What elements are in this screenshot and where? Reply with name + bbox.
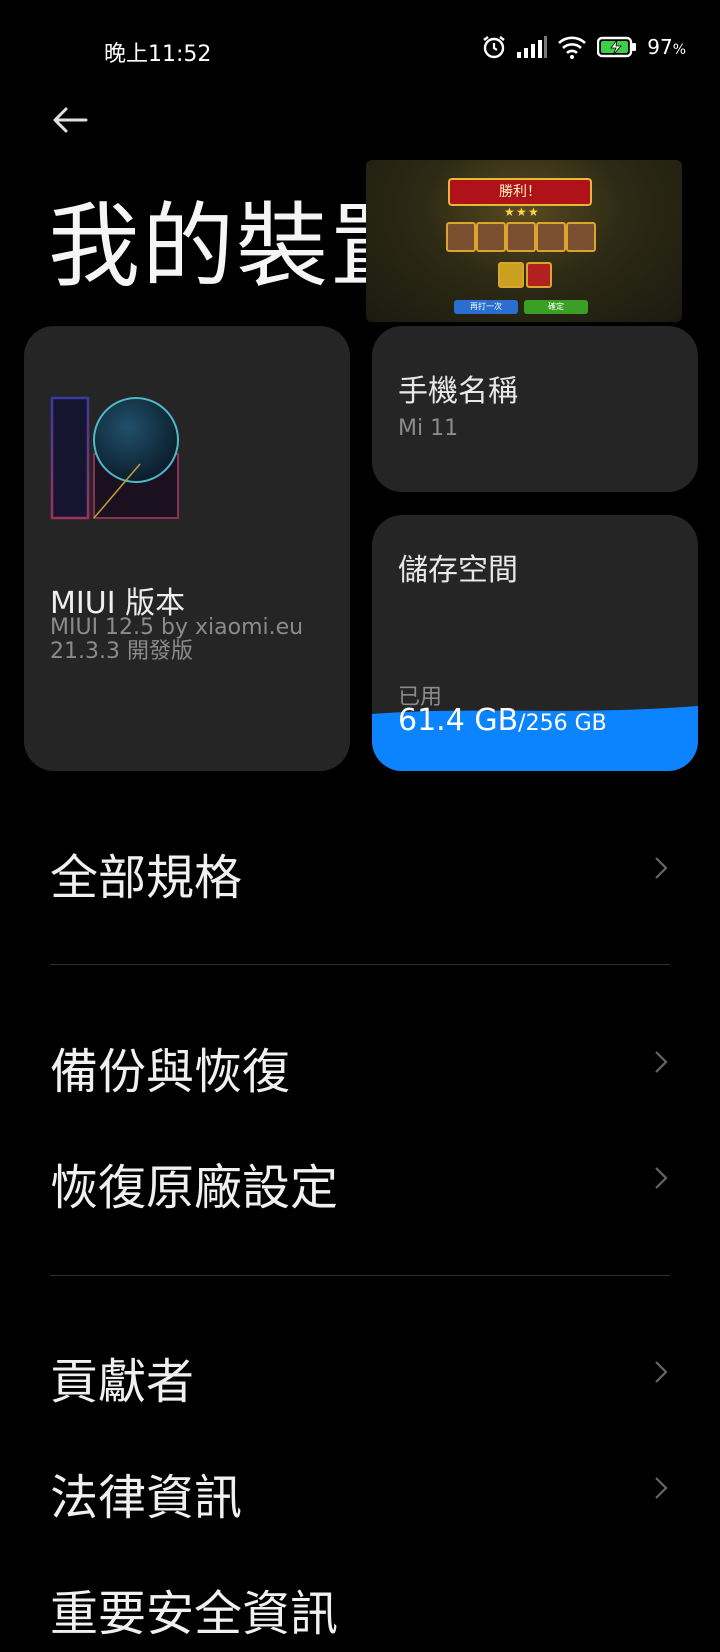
reward-item [526,262,552,288]
battery-percent: 97% [647,35,686,59]
game-retry-button[interactable]: 再打一次 [454,300,518,314]
chevron-right-icon [655,1477,668,1499]
safety-info-label: 重要安全資訊 [50,1586,339,1642]
back-button[interactable] [50,100,94,140]
miui-12-logo [50,396,179,520]
battery-charging-icon [597,36,637,58]
miui-build-line: 21.3.3 開發版 [50,639,193,664]
reward-item [498,262,524,288]
contributors-label: 貢獻者 [50,1354,195,1410]
phone-name-value: Mi 11 [398,416,459,441]
divider [50,1275,670,1276]
hero-portrait [506,222,536,252]
star-icon: ★ [528,205,539,219]
chevron-right-icon [655,857,668,879]
chevron-right-icon [655,1167,668,1189]
miui-version-value: MIUI 12.5 by xiaomi.eu 21.3.3 開發版 [50,616,340,664]
backup-restore-label: 備份與恢復 [50,1044,291,1100]
status-icons: 97% [481,34,686,60]
battery-percent-unit: % [672,42,686,58]
storage-total-amount: /256 GB [518,711,607,736]
list-item-contributors[interactable]: 貢獻者 [0,1324,720,1420]
storage-card[interactable]: 儲存空間 已用 61.4 GB/256 GB [372,515,698,771]
all-specs-label: 全部規格 [50,850,243,906]
list-item-all-specs[interactable]: 全部規格 [0,820,720,916]
victory-banner: 勝利！ [448,178,592,206]
hero-portrait [566,222,596,252]
miui-version-line: MIUI 12.5 by xiaomi.eu [50,615,304,640]
storage-used-value: 61.4 GB/256 GB [398,703,607,738]
alarm-icon [481,34,507,60]
hero-portrait [536,222,566,252]
wifi-icon [557,35,587,59]
signal-icon [517,36,548,58]
phone-name-title: 手機名稱 [398,374,518,409]
list-item-backup-restore[interactable]: 備份與恢復 [0,1014,720,1110]
status-time: 晚上11:52 [104,42,212,67]
hero-portrait [476,222,506,252]
list-item-legal-info[interactable]: 法律資訊 [0,1440,720,1536]
factory-reset-label: 恢復原廠設定 [50,1160,339,1216]
chevron-right-icon [655,1051,668,1073]
list-item-factory-reset[interactable]: 恢復原廠設定 [0,1130,720,1226]
floating-game-window[interactable]: 勝利！ ★ ★ ★ 再打一次 確定 [366,160,682,322]
phone-name-card[interactable]: 手機名稱 Mi 11 [372,326,698,492]
star-icon: ★ [504,205,515,219]
game-confirm-button[interactable]: 確定 [524,300,588,314]
back-arrow-icon [53,107,88,133]
list-item-safety-info[interactable]: 重要安全資訊 [0,1556,720,1652]
divider [50,964,670,965]
chevron-right-icon [655,1361,668,1383]
miui-version-card[interactable]: MIUI 版本 MIUI 12.5 by xiaomi.eu 21.3.3 開發… [24,326,350,771]
hero-portrait [446,222,476,252]
legal-info-label: 法律資訊 [50,1470,243,1526]
star-icon: ★ [516,205,527,219]
storage-used-amount: 61.4 GB [398,703,519,738]
battery-percent-value: 97 [647,35,673,59]
